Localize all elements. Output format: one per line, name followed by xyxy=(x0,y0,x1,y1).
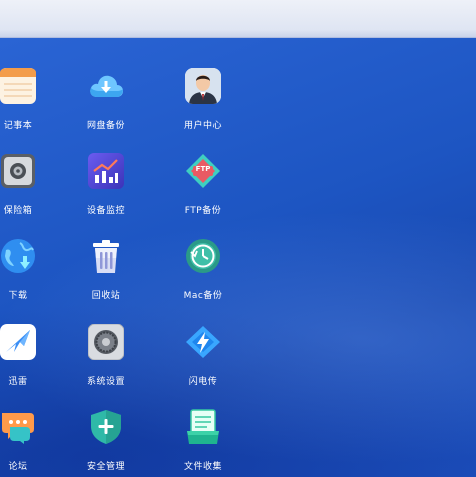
chart-trend-icon xyxy=(88,153,124,189)
app-label: 网盘备份 xyxy=(86,121,125,131)
gear-icon xyxy=(88,324,124,360)
app-label: 系统设置 xyxy=(86,377,125,387)
lightning-icon xyxy=(185,324,221,360)
safe-icon xyxy=(0,153,36,189)
app-label: 用户中心 xyxy=(183,121,222,131)
app-label: FTP备份 xyxy=(184,206,222,216)
document-stack-icon xyxy=(185,409,221,445)
app-label: 闪电传 xyxy=(188,377,218,387)
app-label: 安全管理 xyxy=(86,462,125,472)
app-label: 回收站 xyxy=(91,291,121,301)
app-label: 文件收集 xyxy=(183,462,222,472)
desktop: 记事本 网盘备份 用户中心 保险箱 设备监控 FTP FTP备份 下载 回收站 … xyxy=(0,38,476,477)
time-machine-icon xyxy=(185,238,221,274)
cloud-download-icon xyxy=(88,68,124,104)
user-avatar-icon xyxy=(185,68,221,104)
top-bar xyxy=(0,0,476,38)
bird-icon xyxy=(0,324,36,360)
ftp-icon: FTP xyxy=(185,153,221,189)
chat-bubbles-icon xyxy=(0,409,36,445)
ftp-badge-text: FTP xyxy=(195,165,211,173)
shield-plus-icon xyxy=(88,409,124,445)
globe-download-icon xyxy=(0,238,36,274)
app-label: Mac备份 xyxy=(183,291,223,301)
notepad-icon xyxy=(0,68,36,104)
app-label: 设备监控 xyxy=(86,206,125,216)
trash-icon xyxy=(88,238,124,274)
